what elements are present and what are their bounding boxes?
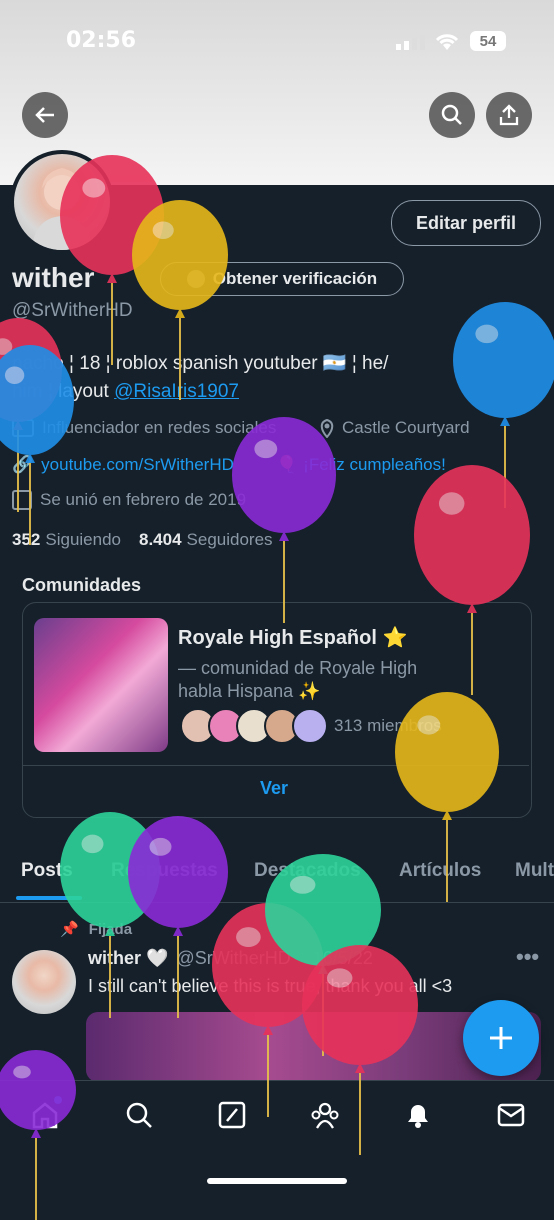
briefcase-icon	[12, 419, 34, 437]
community-desc-line-2: habla Hispana ✨	[178, 681, 321, 701]
followers-label[interactable]: Seguidores	[187, 530, 273, 550]
website-link[interactable]: youtube.com/SrWitherHD	[41, 455, 234, 475]
following-label[interactable]: Siguiendo	[45, 530, 121, 550]
follow-stats: 352 Siguiendo 8.404 Seguidores	[12, 530, 273, 550]
communities-tab[interactable]	[308, 1098, 342, 1132]
post-avatar[interactable]	[12, 950, 76, 1014]
grok-tab[interactable]	[215, 1098, 249, 1132]
balloon-icon: 🎈	[276, 455, 298, 474]
post-date: 16/5/22	[312, 948, 373, 968]
profile-bio: nacho ¦ 18 ¦ roblox spanish youtuber 🇦🇷 …	[12, 350, 542, 406]
bio-line-1: nacho ¦ 18 ¦ roblox spanish youtuber 🇦🇷 …	[12, 353, 389, 374]
profile-website[interactable]: 🔗 youtube.com/SrWitherHD	[12, 455, 234, 475]
home-icon	[32, 1102, 58, 1129]
balloon-decoration	[232, 417, 336, 623]
tabs-divider	[0, 902, 554, 903]
community-view-button[interactable]: Ver	[260, 778, 288, 799]
more-icon[interactable]: •••	[516, 944, 539, 970]
link-icon: 🔗	[12, 455, 34, 474]
verified-icon	[186, 270, 205, 288]
search-icon	[441, 104, 462, 125]
post-author[interactable]: wither 🤍	[88, 948, 168, 969]
profile-joined: Se unió en febrero de 2019	[12, 490, 246, 510]
communities-icon	[311, 1102, 339, 1129]
community-description: — comunidad de Royale High habla Hispana…	[178, 657, 417, 703]
display-name: wither	[12, 262, 95, 293]
grok-icon	[218, 1101, 246, 1129]
avatar	[292, 708, 328, 744]
tab-articles[interactable]: Artículos	[399, 860, 481, 882]
birthday-text: ¡Feliz cumpleaños!	[303, 455, 446, 474]
compose-button[interactable]	[463, 1000, 539, 1076]
pin-icon: 📌	[60, 921, 79, 938]
profile-handle: @SrWitherHD	[12, 300, 133, 321]
balloon-decoration	[0, 318, 62, 512]
tab-replies[interactable]: Respuestas	[111, 860, 218, 882]
bell-icon	[408, 1105, 428, 1128]
location-text: Castle Courtyard	[342, 418, 470, 437]
community-name[interactable]: Royale High Español ⭐	[178, 625, 407, 650]
messages-tab[interactable]	[494, 1098, 528, 1132]
wifi-icon	[434, 32, 460, 52]
followers-count[interactable]: 8.404	[139, 530, 182, 550]
battery-indicator: 54	[470, 31, 506, 51]
profile-birthday: 🎈 ¡Feliz cumpleaños!	[276, 455, 446, 475]
back-button[interactable]	[22, 92, 68, 138]
profile-location: Castle Courtyard	[318, 418, 470, 438]
profile-avatar[interactable]	[10, 150, 114, 254]
notifications-tab[interactable]	[401, 1098, 435, 1132]
search-icon	[126, 1102, 152, 1128]
location-icon	[320, 418, 334, 438]
community-member-avatars	[180, 708, 328, 744]
share-icon	[499, 104, 519, 126]
get-verified-label: Obtener verificación	[212, 269, 378, 288]
community-divider	[23, 765, 529, 766]
community-members: 313 miembros	[334, 716, 442, 735]
tab-posts[interactable]: Posts	[21, 860, 73, 882]
get-verified-button[interactable]: Obtener verificación	[160, 262, 404, 296]
plus-icon	[490, 1027, 512, 1049]
post-text: I still can't believe this is true, than…	[88, 976, 453, 996]
explore-tab[interactable]	[122, 1098, 156, 1132]
mail-icon	[497, 1103, 525, 1127]
tab-indicator	[16, 896, 82, 900]
status-time: 02:56	[66, 28, 137, 53]
notification-dot	[54, 1096, 62, 1104]
home-indicator	[207, 1178, 347, 1184]
share-button[interactable]	[486, 92, 532, 138]
joined-text: Se unió en febrero de 2019	[40, 490, 247, 509]
pinned-indicator: 📌 Fijada	[60, 920, 133, 939]
post-header: wither 🤍 @SrWitherHD 16/5/22	[88, 948, 373, 969]
post-handle[interactable]: @SrWitherHD	[176, 948, 290, 969]
bio-line-2: him ¦ layout	[12, 381, 115, 402]
profile-category: Influenciador en redes sociales	[12, 418, 276, 438]
search-button[interactable]	[429, 92, 475, 138]
community-image	[34, 618, 168, 752]
bio-mention-link[interactable]: @RisaIris1907	[114, 381, 239, 402]
pinned-label: Fijada	[88, 920, 133, 938]
communities-heading: Comunidades	[22, 575, 142, 595]
edit-profile-button[interactable]: Editar perfil	[391, 200, 541, 246]
calendar-icon	[12, 490, 32, 510]
tab-media[interactable]: Mult	[515, 860, 554, 882]
community-desc-line-1: — comunidad de Royale High	[178, 658, 418, 678]
signal-icon	[396, 34, 426, 50]
tab-highlights[interactable]: Destacados	[254, 860, 361, 882]
category-text: Influenciador en redes sociales	[42, 418, 277, 437]
following-count[interactable]: 352	[12, 530, 40, 550]
back-icon	[35, 107, 54, 123]
